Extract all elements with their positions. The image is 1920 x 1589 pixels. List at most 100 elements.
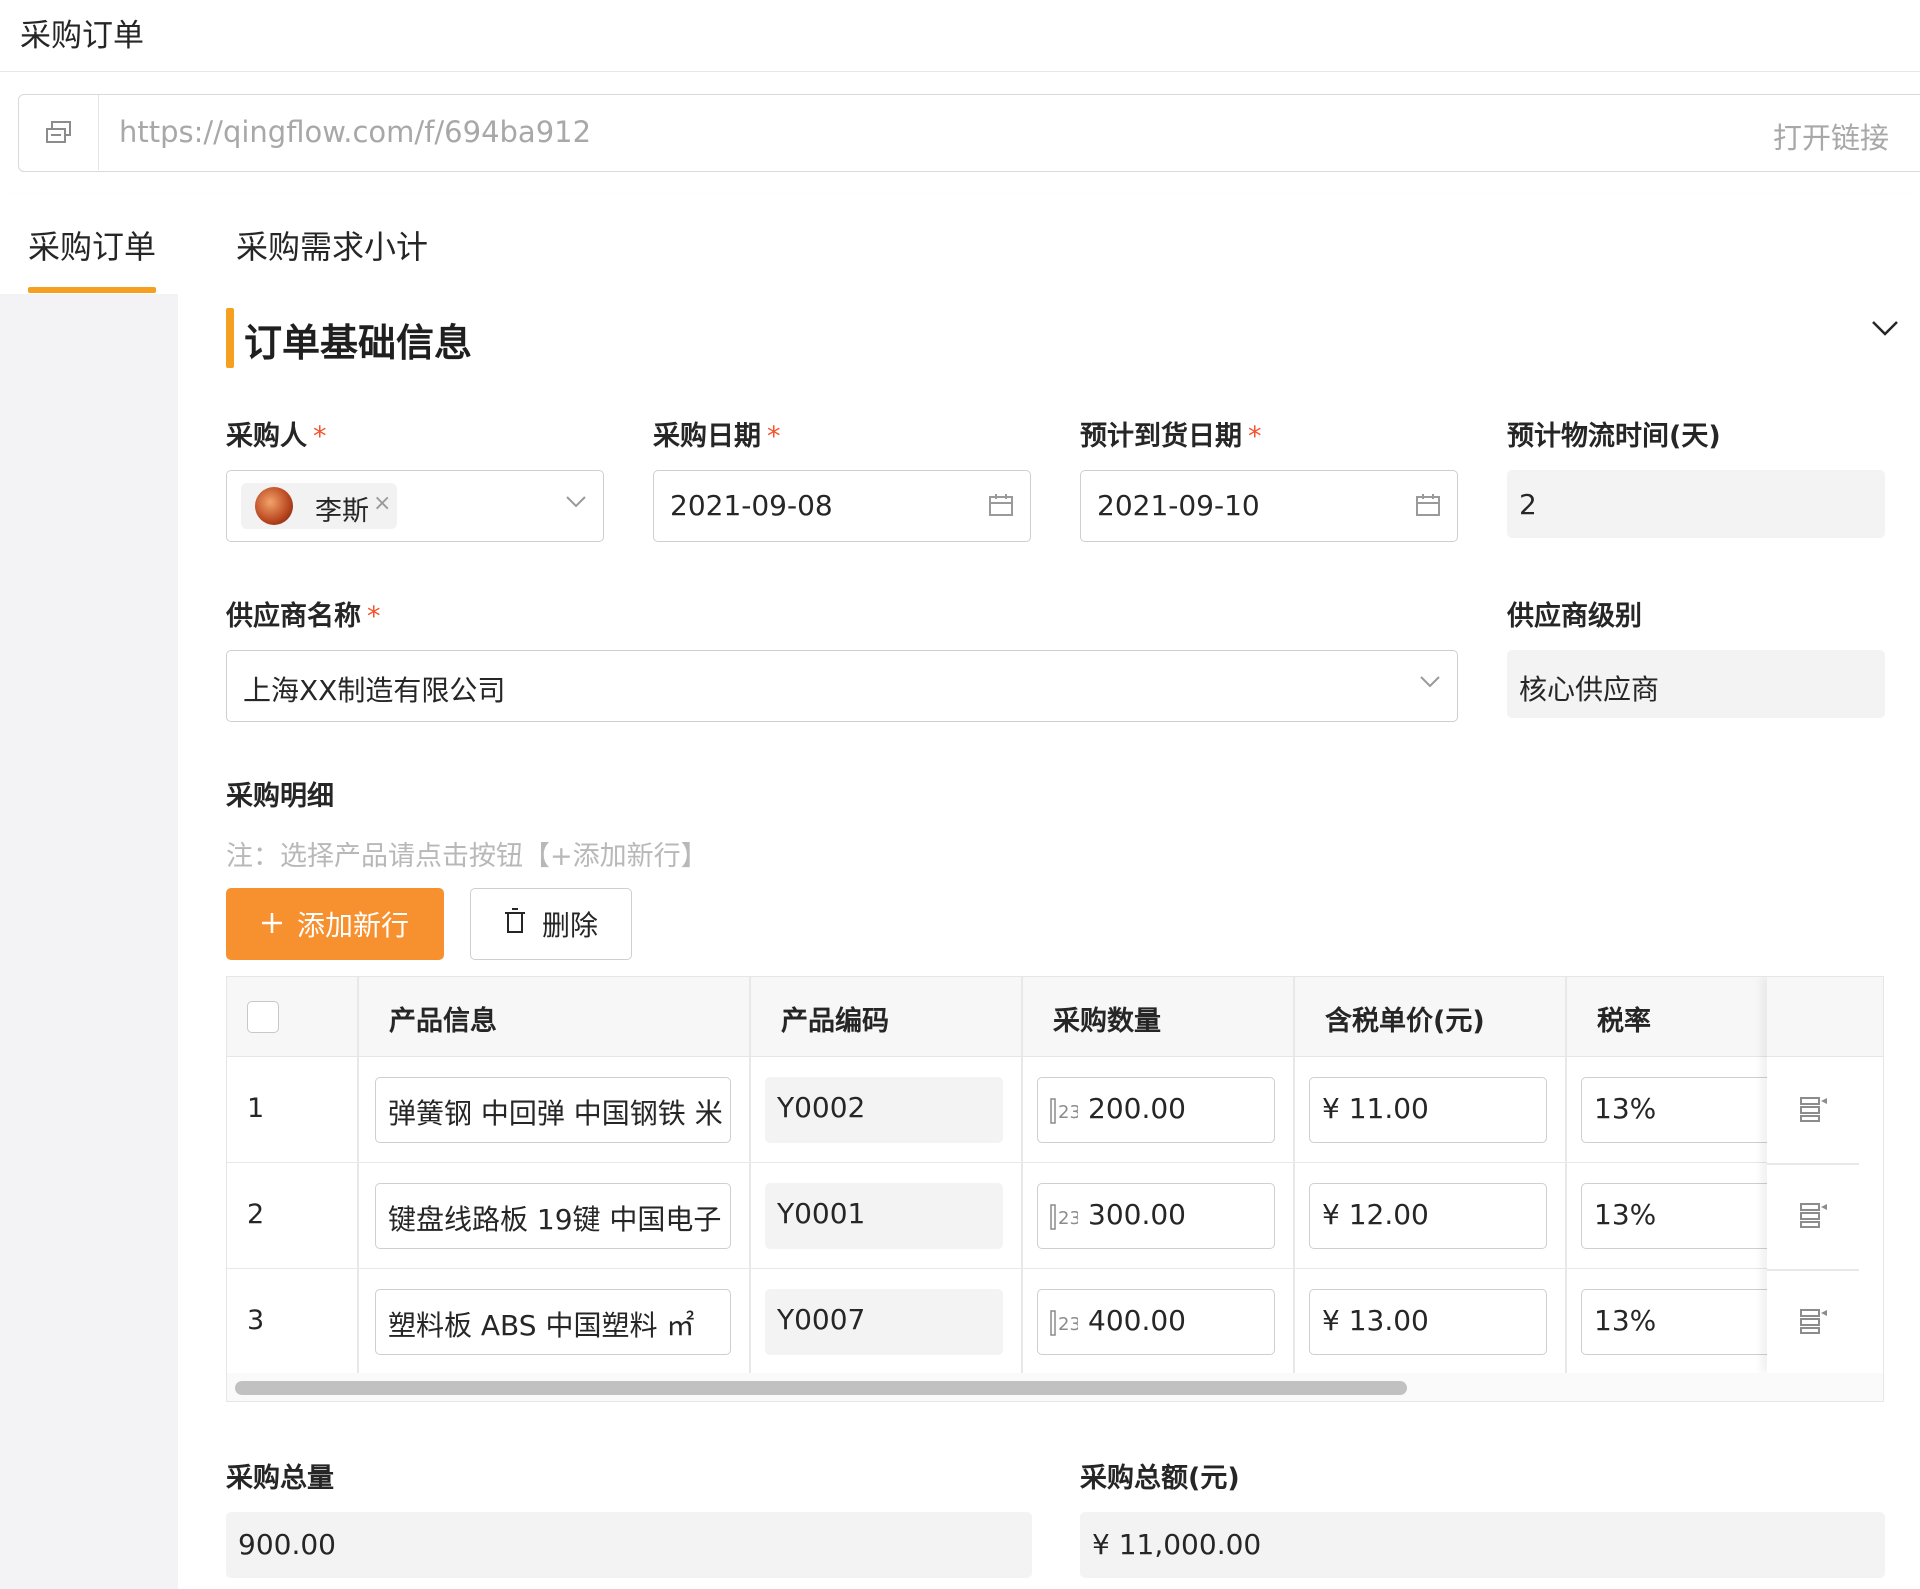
arrival-date-field[interactable]: 2021-09-10 xyxy=(1080,470,1458,542)
quantity-field[interactable]: 23 300.00 xyxy=(1037,1183,1275,1249)
total-quantity-field: 900.00 xyxy=(226,1512,1032,1578)
tab-bar: 采购订单 采购需求小计 xyxy=(0,194,1920,294)
total-amount-field: ¥ 11,000.00 xyxy=(1080,1512,1885,1578)
column-header: 产品信息 xyxy=(389,1006,497,1037)
window-titlebar: 采购订单 xyxy=(0,0,1920,72)
chevron-down-icon[interactable] xyxy=(565,493,587,512)
total-amount-label: 采购总额(元) xyxy=(1080,1463,1240,1494)
arrival-date-label: 预计到货日期 * xyxy=(1080,421,1262,452)
supplier-level-value: 核心供应商 xyxy=(1519,673,1660,706)
tax-rate-value: 13% xyxy=(1594,1304,1657,1337)
scrollbar-thumb[interactable] xyxy=(235,1381,1407,1395)
tax-rate-field[interactable]: 13% xyxy=(1581,1077,1781,1143)
select-all-checkbox[interactable] xyxy=(247,1001,279,1033)
product-code-value: Y0002 xyxy=(777,1091,866,1124)
buyer-chip: 李斯 × xyxy=(241,483,397,529)
product-code-field: Y0001 xyxy=(765,1183,1003,1249)
logistics-days-value: 2 xyxy=(1519,488,1537,521)
window-title: 采购订单 xyxy=(20,18,144,54)
delete-button[interactable]: 删除 xyxy=(470,888,632,960)
column-header: 产品编码 xyxy=(781,1006,889,1037)
required-mark: * xyxy=(1248,421,1262,452)
avatar xyxy=(255,487,293,525)
horizontal-scrollbar[interactable] xyxy=(227,1373,1883,1401)
open-link-button[interactable]: 打开链接 xyxy=(1773,115,1889,157)
row-index: 3 xyxy=(247,1305,265,1336)
quantity-value: 200.00 xyxy=(1088,1092,1186,1125)
unit-price-field[interactable]: ¥ 12.00 xyxy=(1309,1183,1547,1249)
link-box: https://qingflow.com/f/694ba912 打开链接 xyxy=(18,94,1920,172)
calendar-icon[interactable] xyxy=(988,493,1014,521)
product-info-field[interactable]: 弹簧钢 中回弹 中国钢铁 米 xyxy=(375,1077,731,1143)
plus-icon xyxy=(261,908,283,941)
row-action-icon[interactable] xyxy=(1799,1201,1829,1233)
column-header: 税率 xyxy=(1597,1006,1651,1037)
total-amount-value: ¥ 11,000.00 xyxy=(1092,1528,1262,1561)
remove-buyer-icon[interactable]: × xyxy=(373,491,391,516)
chevron-down-icon[interactable] xyxy=(1870,318,1900,342)
logistics-days-field: 2 xyxy=(1507,470,1885,538)
supplier-select[interactable]: 上海XX制造有限公司 xyxy=(226,650,1458,722)
action-column-header xyxy=(1767,977,1883,1057)
row-index: 1 xyxy=(247,1093,265,1124)
details-table: 产品信息 产品编码 采购数量 含税单价(元) 税率 1 弹簧钢 中回弹 中国钢铁… xyxy=(226,976,1884,1402)
tab-purchase-order[interactable]: 采购订单 xyxy=(28,222,156,268)
tax-rate-field[interactable]: 13% xyxy=(1581,1183,1781,1249)
required-mark: * xyxy=(313,421,327,452)
chevron-down-icon[interactable] xyxy=(1419,673,1441,692)
row-divider xyxy=(1767,1269,1859,1271)
table-row: 3 塑料板 ABS 中国塑料 ㎡ Y0007 23 400.00 ¥ 13.00… xyxy=(227,1269,1883,1375)
tax-rate-value: 13% xyxy=(1594,1198,1657,1231)
supplier-value: 上海XX制造有限公司 xyxy=(243,674,506,707)
purchase-date-label: 采购日期 * xyxy=(653,421,781,452)
row-divider xyxy=(1767,1163,1859,1165)
buyer-label: 采购人 * xyxy=(226,421,327,452)
product-info-value: 塑料板 ABS 中国塑料 ㎡ xyxy=(388,1309,695,1342)
row-action-icon[interactable] xyxy=(1799,1095,1829,1127)
quantity-value: 300.00 xyxy=(1088,1198,1186,1231)
logistics-days-label: 预计物流时间(天) xyxy=(1507,421,1721,452)
required-mark: * xyxy=(767,421,781,452)
table-row: 2 键盘线路板 19键 中国电子 块 Y0001 23 300.00 ¥ 12.… xyxy=(227,1163,1883,1269)
number-icon: 23 xyxy=(1050,1310,1081,1340)
total-quantity-label: 采购总量 xyxy=(226,1463,334,1494)
number-icon: 23 xyxy=(1050,1098,1081,1128)
unit-price-field[interactable]: ¥ 11.00 xyxy=(1309,1077,1547,1143)
link-url[interactable]: https://qingflow.com/f/694ba912 xyxy=(119,115,591,149)
unit-price-field[interactable]: ¥ 13.00 xyxy=(1309,1289,1547,1355)
row-index: 2 xyxy=(247,1199,265,1230)
buyer-select[interactable]: 李斯 × xyxy=(226,470,604,542)
active-tab-indicator xyxy=(28,287,156,293)
column-header: 含税单价(元) xyxy=(1325,1006,1485,1037)
product-code-value: Y0001 xyxy=(777,1197,866,1230)
quantity-field[interactable]: 23 200.00 xyxy=(1037,1077,1275,1143)
section-title: 订单基础信息 xyxy=(244,321,473,365)
row-action-icon[interactable] xyxy=(1799,1307,1829,1339)
unit-price-value: ¥ 12.00 xyxy=(1322,1198,1429,1231)
details-note: 注：选择产品请点击按钮【+添加新行】 xyxy=(226,841,708,872)
details-label: 采购明细 xyxy=(226,781,334,812)
tab-purchase-demand-subtotal[interactable]: 采购需求小计 xyxy=(236,222,428,268)
product-code-field: Y0007 xyxy=(765,1289,1003,1355)
svg-text:23: 23 xyxy=(1058,1102,1078,1123)
quantity-field[interactable]: 23 400.00 xyxy=(1037,1289,1275,1355)
product-info-value: 键盘线路板 19键 中国电子 块 xyxy=(388,1203,731,1236)
unit-price-value: ¥ 13.00 xyxy=(1322,1304,1429,1337)
link-copy-icon[interactable] xyxy=(19,95,99,170)
calendar-icon[interactable] xyxy=(1415,493,1441,521)
product-code-field: Y0002 xyxy=(765,1077,1003,1143)
product-info-field[interactable]: 键盘线路板 19键 中国电子 块 xyxy=(375,1183,731,1249)
tax-rate-field[interactable]: 13% xyxy=(1581,1289,1781,1355)
column-header: 采购数量 xyxy=(1053,1006,1161,1037)
product-code-value: Y0007 xyxy=(777,1303,866,1336)
svg-text:23: 23 xyxy=(1058,1208,1078,1229)
table-row: 1 弹簧钢 中回弹 中国钢铁 米 Y0002 23 200.00 ¥ 11.00… xyxy=(227,1057,1883,1163)
product-info-field[interactable]: 塑料板 ABS 中国塑料 ㎡ xyxy=(375,1289,731,1355)
add-row-label: 添加新行 xyxy=(296,909,409,942)
total-quantity-value: 900.00 xyxy=(238,1528,336,1561)
link-row: https://qingflow.com/f/694ba912 打开链接 xyxy=(0,72,1920,194)
purchase-date-field[interactable]: 2021-09-08 xyxy=(653,470,1031,542)
add-row-button[interactable]: 添加新行 xyxy=(226,888,444,960)
buyer-name: 李斯 xyxy=(315,496,369,527)
supplier-label: 供应商名称 * xyxy=(226,601,381,632)
